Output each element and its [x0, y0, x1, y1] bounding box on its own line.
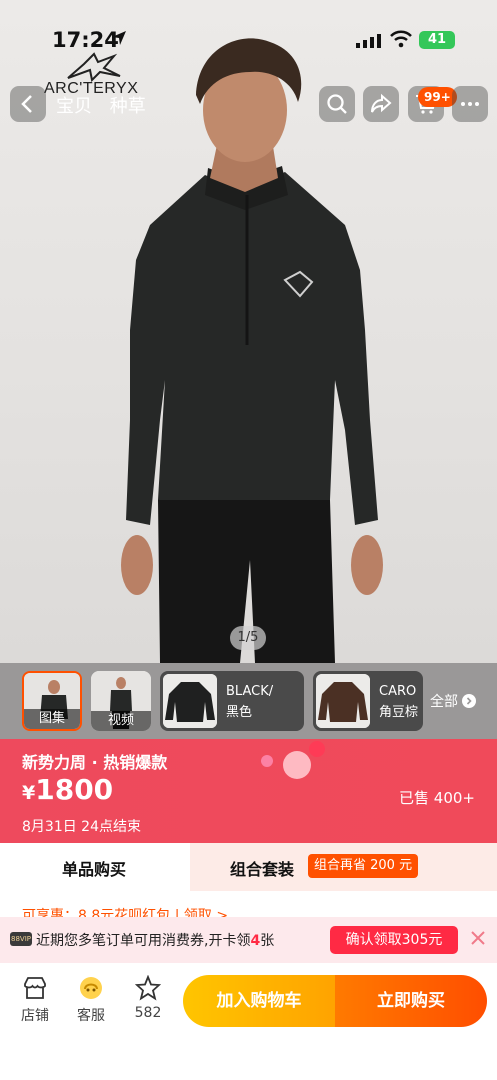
tab-recommend[interactable]: 种草 [110, 96, 146, 117]
coupon-notice: 88VIP 近期您多笔订单可用消费券,开卡领4张 确认领取305元 [0, 917, 497, 963]
service-label: 客服 [77, 1008, 105, 1024]
sold-count: 已售 400+ [399, 789, 475, 807]
thumb-gallery-label: 图集 [24, 709, 80, 729]
all-variants-button[interactable]: 全部 [430, 691, 477, 711]
shop-button[interactable]: 店铺 [10, 975, 60, 1025]
variant-caro-sub: 角豆棕 [379, 705, 419, 720]
tab-single-label: 单品购买 [62, 860, 127, 879]
variant-black-name: BLACK/ [226, 684, 274, 699]
variant-caro-image [316, 674, 370, 728]
bottom-action-bar: 店铺 客服 582 加入购物车 立即购买 [0, 963, 497, 1080]
benefit-text: 可享惠：8.8元花呗红包 | 领取 > [22, 908, 229, 917]
notice-text-after: 张 [260, 933, 275, 949]
purchase-mode-tabs: 单品购买 组合套装 组合再省 200 元 [0, 843, 497, 891]
notice-count: 4 [250, 933, 261, 949]
clock: 17:24 [52, 28, 119, 52]
customer-service-icon [80, 977, 102, 999]
promo-end-time: 8月31日 24点结束 [22, 819, 141, 835]
header-tabs: 宝贝 种草 [56, 92, 158, 118]
more-button[interactable] [452, 86, 488, 122]
product-image-gallery[interactable]: 17:24 41 ARC'TERYX 宝贝 种草 99+ 1/5 [0, 0, 497, 663]
variant-caro-name: CARO [379, 684, 417, 699]
search-icon [327, 94, 347, 114]
tab-single-purchase[interactable]: 单品购买 [0, 843, 190, 891]
favorite-button[interactable]: 582 [123, 975, 173, 1021]
thumb-video-label: 视频 [91, 711, 151, 731]
chevron-right-circle-icon [462, 694, 477, 708]
sku-strip: 图集 视频 BLACK/ 黑色 CARO 角豆棕 全部 [0, 663, 497, 739]
back-button[interactable] [10, 86, 46, 122]
cart-count-badge: 99+ [418, 87, 457, 107]
all-variants-label: 全部 [430, 694, 458, 710]
favorite-count: 582 [134, 1005, 162, 1021]
notice-text: 近期您多笔订单可用消费券,开卡领4张 [36, 930, 274, 950]
star-icon [135, 975, 161, 1001]
store-icon [24, 977, 46, 999]
archaeopteryx-logo-icon [67, 52, 121, 82]
service-button[interactable]: 客服 [66, 975, 116, 1025]
currency-symbol: ¥ [22, 782, 36, 804]
share-arrow-icon [371, 93, 392, 113]
shop-label: 店铺 [21, 1008, 49, 1024]
close-icon[interactable] [468, 928, 488, 948]
battery-indicator: 41 [419, 31, 455, 49]
promo-banner: 新势力周 · 热销爆款 ¥1800 已售 400+ 8月31日 24点结束 [0, 739, 497, 843]
variant-black-image [163, 674, 217, 728]
decorative-bubbles-icon [261, 741, 325, 779]
thumb-gallery[interactable]: 图集 [22, 671, 82, 731]
cellular-signal-icon [356, 34, 381, 48]
wifi-icon [390, 30, 412, 48]
vip-badge: 88VIP [10, 932, 32, 946]
bundle-discount-tag: 组合再省 200 元 [308, 854, 419, 878]
variant-black[interactable]: BLACK/ 黑色 [160, 671, 304, 731]
thumb-video[interactable]: 视频 [91, 671, 151, 731]
variant-caro[interactable]: CARO 角豆棕 [313, 671, 423, 731]
location-arrow-icon [112, 31, 126, 45]
tab-bundle[interactable]: 组合套装 组合再省 200 元 [190, 843, 497, 891]
more-dots-icon [461, 102, 479, 106]
image-pager: 1/5 [230, 626, 266, 650]
benefit-line[interactable]: 可享惠：8.8元花呗红包 | 领取 > [0, 891, 497, 917]
variant-black-sub: 黑色 [226, 705, 253, 720]
promo-title: 新势力周 · 热销爆款 [22, 753, 168, 772]
search-button[interactable] [319, 86, 355, 122]
tab-product[interactable]: 宝贝 [56, 96, 92, 117]
chevron-left-icon [21, 95, 32, 113]
buy-now-button[interactable]: 立即购买 [335, 975, 487, 1027]
add-to-cart-button[interactable]: 加入购物车 [183, 975, 335, 1027]
share-button[interactable] [363, 86, 399, 122]
notice-text-before: 近期您多笔订单可用消费券,开卡领 [36, 933, 251, 949]
price-value: 1800 [35, 773, 114, 806]
tab-bundle-label: 组合套装 [230, 860, 295, 879]
price: ¥1800 [22, 773, 113, 806]
claim-coupon-button[interactable]: 确认领取305元 [330, 926, 458, 954]
